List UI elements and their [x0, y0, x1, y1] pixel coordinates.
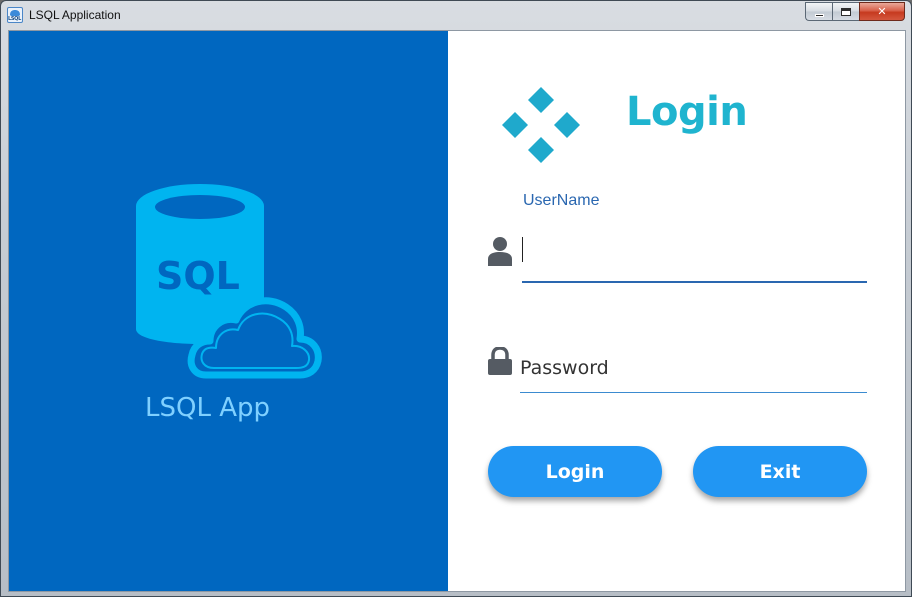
- close-button[interactable]: ✕: [859, 2, 905, 21]
- user-icon: [488, 237, 512, 266]
- login-button[interactable]: Login: [488, 446, 662, 497]
- maximize-icon: [841, 7, 851, 16]
- client-area: SQL LSQL App Login UserName Login Exit: [8, 30, 906, 592]
- username-input[interactable]: [522, 235, 867, 283]
- title-bar[interactable]: LSQL Application ✕: [1, 1, 911, 30]
- branding-panel: SQL LSQL App: [9, 31, 448, 591]
- window-controls: ✕: [805, 2, 905, 21]
- minimize-icon: [814, 13, 824, 17]
- password-input[interactable]: [520, 343, 867, 393]
- sql-database-cloud-icon: SQL: [136, 184, 322, 379]
- app-icon: [7, 7, 23, 23]
- four-diamond-logo-icon: [502, 87, 580, 163]
- app-window: LSQL Application ✕ SQL LSQL App: [0, 0, 912, 597]
- close-icon: ✕: [877, 5, 887, 18]
- brand-text: LSQL App: [145, 393, 270, 423]
- window-title: LSQL Application: [29, 8, 121, 22]
- lock-icon: [488, 347, 512, 375]
- text-caret: [522, 237, 523, 262]
- login-panel: Login UserName Login Exit: [448, 31, 905, 591]
- username-label: UserName: [523, 192, 600, 209]
- maximize-button[interactable]: [832, 2, 859, 21]
- exit-button[interactable]: Exit: [693, 446, 867, 497]
- sql-label: SQL: [156, 254, 240, 298]
- page-title: Login: [626, 89, 748, 135]
- minimize-button[interactable]: [805, 2, 832, 21]
